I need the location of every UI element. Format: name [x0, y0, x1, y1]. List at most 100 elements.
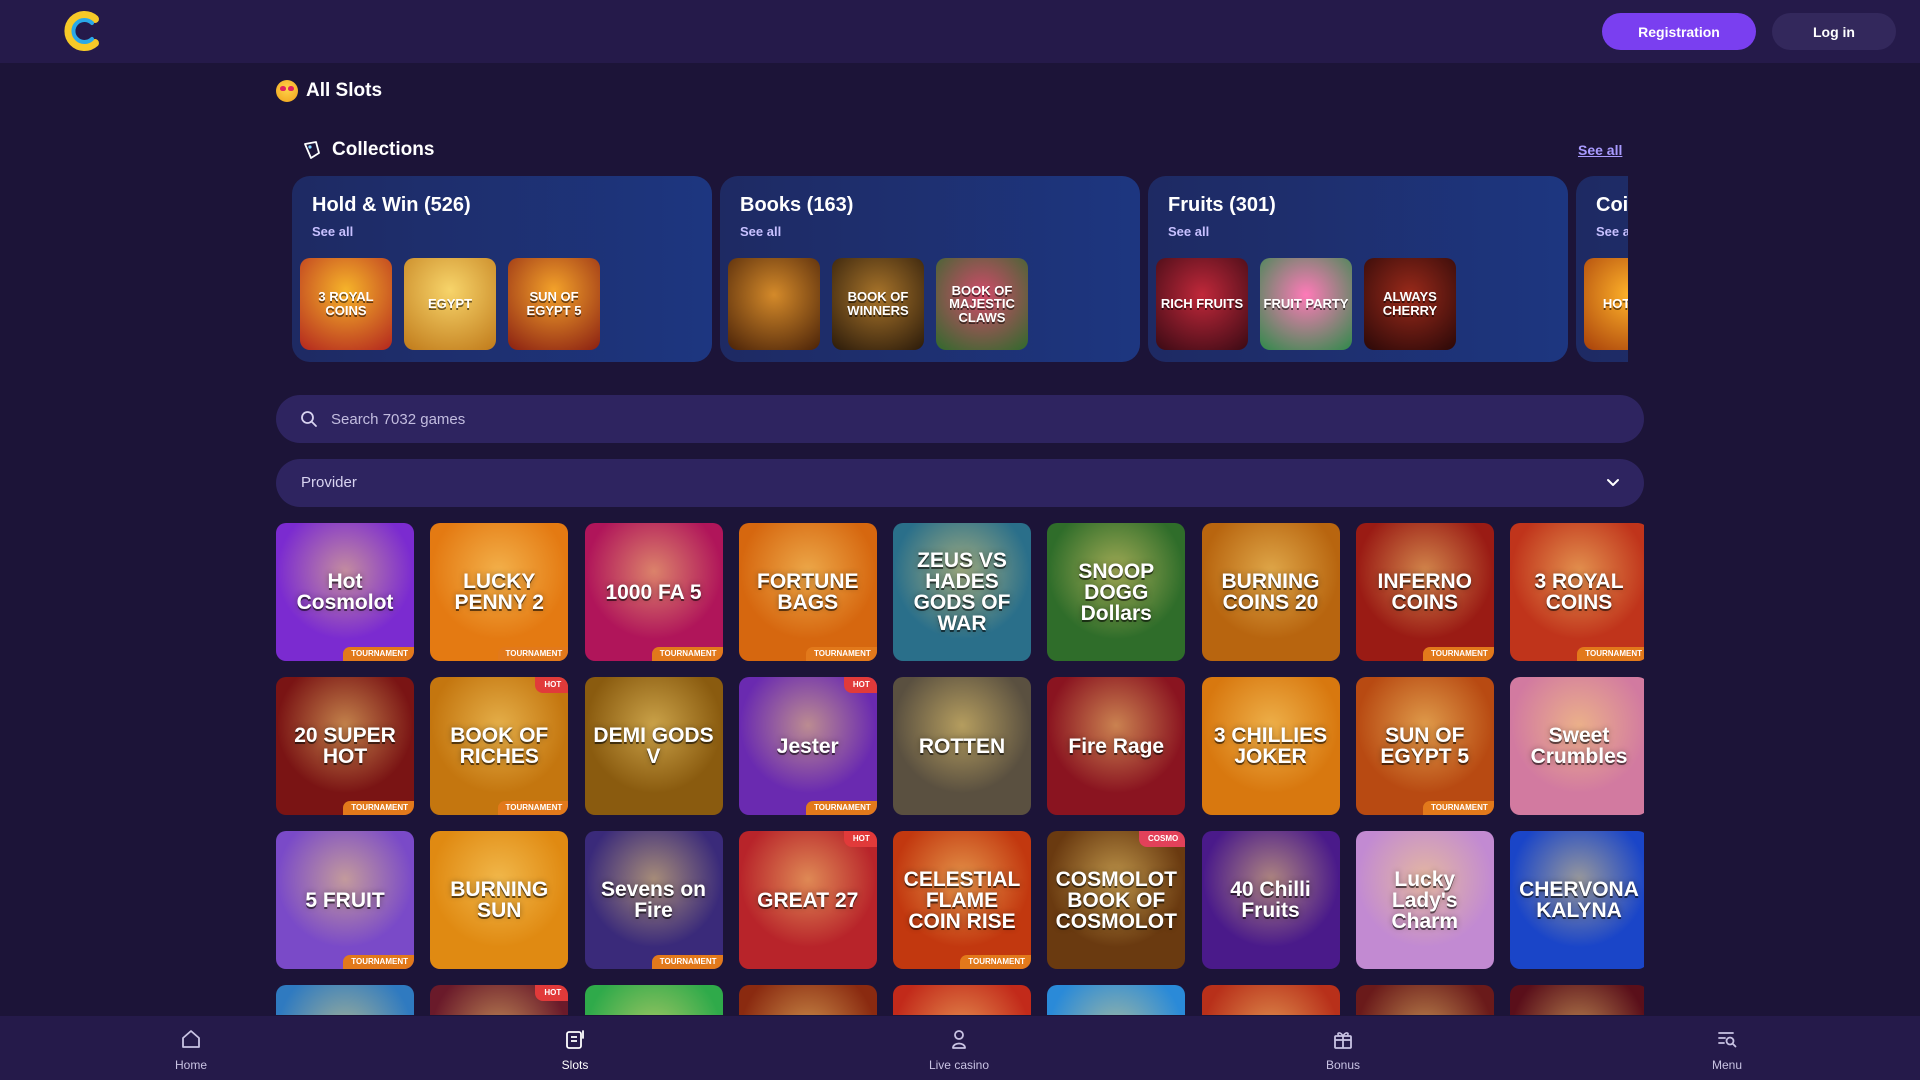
game-tile[interactable]: CHERVONA KALYNA	[1510, 831, 1644, 969]
game-title: LUCKY PENNY 2	[454, 570, 545, 614]
collection-game-thumb[interactable]: ALWAYS CHERRY	[1364, 258, 1456, 350]
game-title: BURNING SUN	[450, 878, 549, 922]
game-tile[interactable]: BURNING SUN	[430, 831, 569, 969]
game-tile[interactable]: BURNING COINS 20	[1201, 523, 1340, 661]
collection-card-books[interactable]: Books (163) See all BOOK OF WINNERS BOOK…	[720, 176, 1140, 362]
nav-menu[interactable]: Menu	[1667, 1028, 1787, 1072]
collection-card-coins[interactable]: Coi See a HOT COI	[1576, 176, 1628, 362]
chevron-down-icon	[1607, 479, 1619, 486]
game-title: SUN OF EGYPT 5	[1380, 724, 1470, 768]
nav-slots-label: Slots	[561, 1058, 589, 1072]
game-title: Lucky Lady's Charm	[1391, 867, 1459, 933]
game-tile[interactable]	[276, 985, 414, 1015]
collection-game-thumb[interactable]	[728, 258, 820, 350]
game-tile[interactable]: Sevens on Fire TOURNAMENT	[584, 831, 723, 969]
game-tile[interactable]: SNOOP DOGG Dollars	[1047, 523, 1186, 661]
collection-see-all-link[interactable]: See all	[740, 224, 781, 239]
slots-icon	[566, 1030, 584, 1049]
provider-label: Provider	[301, 474, 357, 491]
collection-game-thumb[interactable]: BOOK OF MAJESTIC CLAWS	[936, 258, 1028, 350]
game-title: ZEUS VS HADES GODS OF WAR	[913, 549, 1011, 635]
game-tile[interactable]: Hot Cosmolot TOURNAMENT	[276, 523, 414, 661]
collection-game-thumb[interactable]: RICH FRUITS	[1156, 258, 1248, 350]
collection-game-thumb[interactable]: 3 ROYAL COINS	[300, 258, 392, 350]
game-tile[interactable]	[893, 985, 1031, 1015]
game-tile[interactable]: 3 CHILLIES JOKER	[1201, 677, 1340, 815]
game-tile[interactable]: DEMI GODS V	[584, 677, 723, 815]
game-tile[interactable]: ZEUS VS HADES GODS OF WAR	[893, 523, 1031, 661]
game-tile[interactable]: 5 FRUIT TOURNAMENT	[276, 831, 414, 969]
collections-see-all-link[interactable]: See all	[1578, 142, 1622, 158]
game-title: CHERVONA KALYNA	[1519, 878, 1639, 922]
tournament-badge: TOURNAMENT	[806, 801, 877, 815]
game-tile[interactable]: 1000 FA 5 TOURNAMENT	[584, 523, 723, 661]
game-title: BURNING COINS 20	[1221, 570, 1320, 614]
collection-game-thumb[interactable]: BOOK OF WINNERS	[832, 258, 924, 350]
search-input[interactable]	[331, 395, 1611, 443]
cosmo-badge: COSMO	[1139, 831, 1186, 847]
game-title: COSMOLOT BOOK OF COSMOLOT	[1055, 867, 1177, 933]
game-tile[interactable]: ROTTEN	[893, 677, 1031, 815]
tournament-badge: TOURNAMENT	[651, 647, 723, 661]
nav-home[interactable]: Home	[131, 1028, 251, 1072]
collection-game-thumb[interactable]: FRUIT PARTY	[1260, 258, 1352, 350]
tournament-badge: TOURNAMENT	[806, 647, 877, 661]
menu-search-icon	[1718, 1032, 1737, 1048]
game-tile[interactable]: Jester HOT TOURNAMENT	[738, 677, 877, 815]
game-tile[interactable]	[738, 985, 877, 1015]
game-tile[interactable]: GREAT 27 HOT	[738, 831, 877, 969]
game-title: Jester	[776, 734, 839, 758]
game-title: 20 SUPER HOT	[294, 724, 396, 768]
nav-live-casino[interactable]: Live casino	[899, 1028, 1019, 1072]
game-title: INFERNO COINS	[1377, 570, 1473, 614]
game-tile[interactable]: Fire Rage	[1047, 677, 1186, 815]
game-title: Sevens on Fire	[600, 878, 707, 922]
collections-heading-text: Collections	[332, 139, 435, 160]
game-title: 5 FRUIT	[305, 888, 385, 912]
collection-title: Books (163)	[740, 194, 854, 216]
game-tile[interactable]	[1047, 985, 1186, 1015]
collection-see-all-link[interactable]: See all	[1168, 224, 1209, 239]
game-tile[interactable]: COSMOLOT BOOK OF COSMOLOT COSMO	[1047, 831, 1186, 969]
game-tile[interactable]: Lucky Lady's Charm	[1355, 831, 1494, 969]
live-casino-icon	[952, 1030, 966, 1049]
game-title: Fire Rage	[1068, 734, 1165, 758]
collection-title: Coi	[1596, 194, 1628, 216]
game-tile[interactable]: SUN OF EGYPT 5 TOURNAMENT	[1355, 677, 1494, 815]
provider-dropdown[interactable]: Provider	[276, 459, 1644, 507]
game-tile[interactable]: INFERNO COINS TOURNAMENT	[1355, 523, 1494, 661]
tournament-badge: TOURNAMENT	[343, 955, 414, 969]
game-tile[interactable]: 3 ROYAL COINS TOURNAMENT	[1510, 523, 1644, 661]
game-tile[interactable]: 40 Chilli Fruits	[1201, 831, 1340, 969]
game-tile[interactable]	[1201, 985, 1340, 1015]
star-eyes-emoji-icon	[276, 80, 298, 102]
game-tile[interactable]: 20 SUPER HOT TOURNAMENT	[276, 677, 414, 815]
game-tile[interactable]	[1510, 985, 1644, 1015]
tournament-badge: TOURNAMENT	[1577, 647, 1644, 661]
game-tile[interactable]	[584, 985, 723, 1015]
collection-game-thumb[interactable]: SUN OF EGYPT 5	[508, 258, 600, 350]
nav-bonus[interactable]: Bonus	[1283, 1028, 1403, 1072]
collection-card-hold-win[interactable]: Hold & Win (526) See all 3 ROYAL COINS E…	[292, 176, 712, 362]
collections-icon	[304, 141, 320, 159]
tournament-badge: TOURNAMENT	[497, 647, 569, 661]
game-tile[interactable]: FORTUNE BAGS TOURNAMENT	[738, 523, 877, 661]
login-button[interactable]: Log in	[1772, 13, 1896, 50]
collection-see-all-link[interactable]: See a	[1596, 224, 1628, 239]
game-tile[interactable]: Sweet Crumbles	[1510, 677, 1644, 815]
game-tile[interactable]: LUCKY PENNY 2 TOURNAMENT	[430, 523, 569, 661]
game-tile[interactable]: CELESTIAL FLAME COIN RISE TOURNAMENT	[893, 831, 1031, 969]
registration-button[interactable]: Registration	[1602, 13, 1756, 50]
collections-carousel[interactable]: Hold & Win (526) See all 3 ROYAL COINS E…	[292, 176, 1628, 364]
collection-game-thumb[interactable]: HOT COI	[1584, 258, 1628, 350]
collection-see-all-link[interactable]: See all	[312, 224, 353, 239]
game-tile[interactable]: BOOK OF RICHES HOT TOURNAMENT	[430, 677, 569, 815]
cosmolot-logo[interactable]	[62, 10, 102, 52]
nav-slots[interactable]: Slots	[515, 1028, 635, 1072]
search-bar[interactable]	[276, 395, 1644, 443]
collection-game-thumb[interactable]: EGYPT	[404, 258, 496, 350]
game-tile[interactable]	[1355, 985, 1494, 1015]
game-tile[interactable]: HOT	[430, 985, 569, 1015]
collection-card-fruits[interactable]: Fruits (301) See all RICH FRUITS FRUIT P…	[1148, 176, 1568, 362]
tournament-badge: TOURNAMENT	[651, 955, 723, 969]
